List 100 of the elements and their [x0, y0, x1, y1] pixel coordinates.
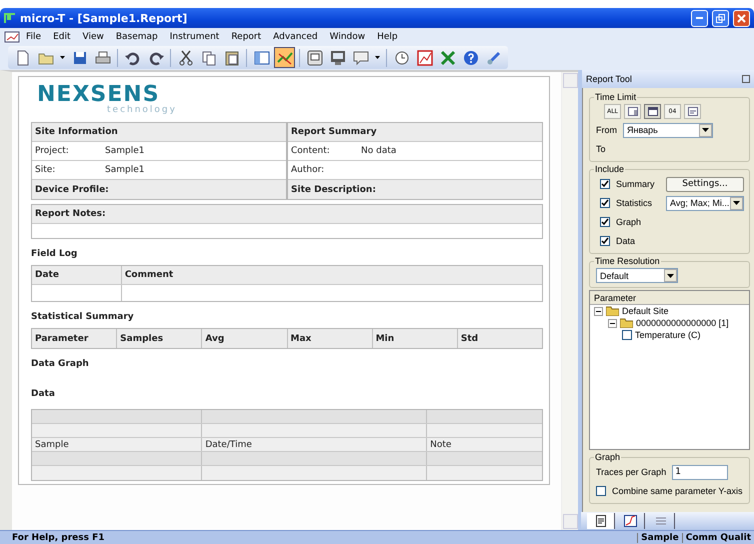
section-heading: Statistical Summary — [31, 312, 135, 322]
checkbox[interactable] — [596, 486, 606, 496]
table-header: Device Profile: — [34, 184, 110, 196]
maximize-icon[interactable] — [742, 75, 750, 83]
logo-tagline: technology — [107, 106, 178, 114]
tree-header: Parameter — [590, 291, 749, 305]
group-title: Time Resolution — [594, 256, 661, 266]
help-icon — [462, 50, 478, 66]
clipboard-icon — [224, 50, 240, 66]
checkbox[interactable] — [600, 236, 610, 246]
caret-icon — [733, 201, 740, 205]
section-heading: Data Graph — [31, 359, 90, 369]
document-icon — [596, 515, 606, 527]
collapse-icon[interactable] — [610, 320, 615, 326]
column-header: Samples — [117, 329, 202, 348]
checkbox[interactable] — [622, 330, 632, 340]
minimize-icon — [696, 17, 703, 19]
monitor-icon — [330, 50, 346, 66]
checkbox[interactable] — [600, 198, 610, 208]
menu-item[interactable]: Instrument — [164, 32, 226, 42]
column-header: Parameter — [32, 329, 118, 348]
from-select[interactable]: Январь — [623, 122, 713, 138]
copy-icon — [200, 50, 216, 66]
menu-item[interactable]: File — [20, 32, 48, 42]
settings-button[interactable]: Settings... — [666, 176, 744, 192]
checkbox[interactable] — [600, 179, 610, 189]
restore-icon — [716, 14, 725, 22]
menu-item[interactable]: Basemap — [110, 32, 164, 42]
field-label: From — [596, 125, 617, 135]
field-label: To — [596, 144, 606, 154]
field-value: Sample1 — [105, 146, 144, 156]
close-button[interactable] — [733, 10, 750, 26]
group-title: Graph — [594, 452, 622, 462]
panel-icon — [254, 50, 270, 66]
time-limit-button[interactable] — [644, 104, 661, 119]
checkbox-label: Combine same parameter Y-axis — [612, 486, 743, 496]
menu-item[interactable]: Report — [225, 32, 268, 42]
graph-icon — [416, 50, 432, 66]
connection-icon — [486, 50, 502, 66]
field-label: Traces per Graph — [596, 467, 666, 477]
column-header: Date — [32, 266, 122, 284]
column-header: Min — [372, 329, 458, 348]
logo-wordmark: NEXSENS — [37, 84, 160, 106]
table-header: Report Notes: — [34, 208, 107, 221]
minimize-button[interactable] — [691, 10, 708, 26]
close-icon — [737, 14, 746, 22]
chart-icon — [276, 50, 292, 66]
section-heading: Data — [31, 389, 56, 399]
column-label: Note — [430, 440, 452, 450]
caret-icon — [60, 56, 65, 59]
section-heading: Field Log — [31, 249, 78, 259]
tree-item[interactable]: Temperature (C) — [635, 330, 701, 340]
panel-tab[interactable] — [587, 513, 615, 529]
field-label: Content: — [291, 146, 331, 156]
calendar-icon — [648, 107, 658, 116]
checkbox-label: Statistics — [616, 198, 654, 208]
table-header: Site Information — [34, 126, 119, 139]
column-header: Max — [288, 329, 373, 348]
statistics-select[interactable]: Avg; Max; Mi... — [666, 196, 744, 210]
redo-icon — [148, 50, 164, 66]
checkbox[interactable] — [600, 217, 610, 227]
checkbox-label: Summary — [616, 179, 656, 189]
column-label: Sample — [35, 440, 69, 450]
menu-item[interactable]: Help — [371, 32, 404, 42]
table-header: Report Summary — [290, 126, 378, 139]
undo-icon — [124, 50, 140, 66]
field-value: No data — [361, 146, 396, 156]
speech-bubble-icon — [352, 50, 368, 66]
time-limit-button[interactable] — [684, 104, 701, 119]
tree-item[interactable]: Default Site — [622, 306, 669, 316]
date-range-icon — [688, 107, 698, 116]
field-value: Sample1 — [105, 165, 144, 175]
column-header: Comment — [124, 269, 174, 282]
traces-field[interactable]: 1 — [672, 464, 728, 480]
tree-item[interactable]: 0000000000000000 [1] — [636, 318, 729, 328]
column-header: Avg — [202, 329, 288, 348]
restore-button[interactable] — [712, 10, 729, 26]
caret-icon — [702, 128, 709, 132]
field-label: Author: — [291, 165, 326, 175]
menu-item[interactable]: View — [76, 32, 110, 42]
menu-item[interactable]: Window — [324, 32, 372, 42]
status-pane: Comm Qualit — [682, 532, 754, 542]
printer-icon — [94, 50, 110, 66]
caret-icon — [667, 274, 674, 278]
checkbox-label: Graph — [616, 217, 642, 227]
list-icon — [654, 516, 666, 526]
checkbox-label: Data — [616, 236, 636, 246]
group-title: Include — [594, 164, 626, 174]
time-limit-button[interactable] — [624, 104, 641, 119]
scrollbar[interactable] — [561, 72, 578, 530]
time-resolution-select[interactable]: Default — [596, 268, 678, 283]
collapse-icon[interactable] — [596, 308, 601, 314]
menu-item[interactable]: Edit — [47, 32, 76, 42]
caret-icon — [375, 56, 380, 59]
clock-icon — [394, 50, 410, 66]
menu-item[interactable]: Advanced — [267, 32, 324, 42]
calendar-icon — [628, 107, 638, 116]
window-title: micro-T - [Sample1.Report] — [20, 12, 188, 24]
status-text: For Help, press F1 — [11, 532, 106, 542]
save-icon — [72, 50, 88, 66]
